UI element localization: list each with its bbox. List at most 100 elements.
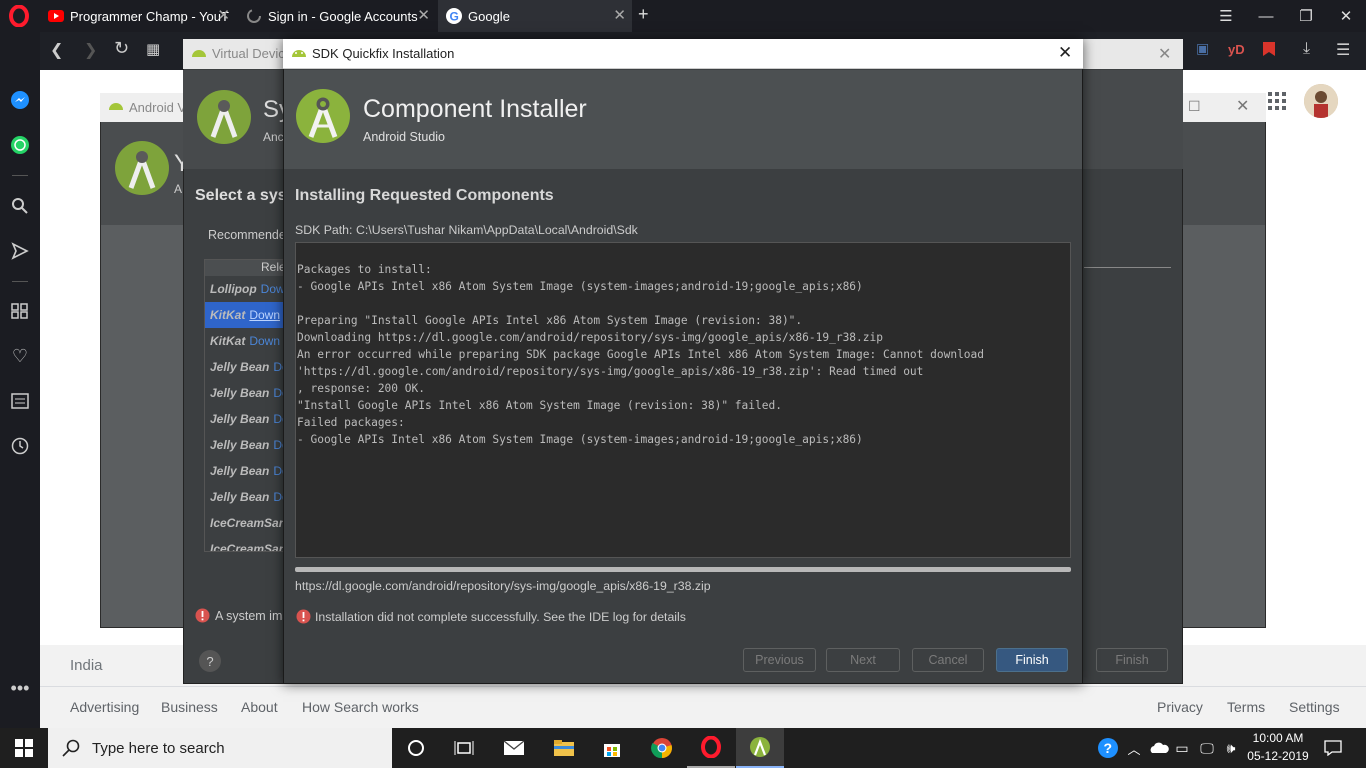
close-window-icon[interactable]: ✕ xyxy=(1326,0,1366,32)
footer-link-terms[interactable]: Terms xyxy=(1227,699,1265,715)
clock-time[interactable]: 10:00 AM xyxy=(1248,731,1308,745)
footer-link-privacy[interactable]: Privacy xyxy=(1157,699,1203,715)
footer-country: India xyxy=(70,657,103,674)
cortana-icon[interactable] xyxy=(392,728,440,768)
table-row[interactable]: Jelly BeanDo xyxy=(205,432,283,458)
speed-dial-sidebar-icon[interactable] xyxy=(0,296,40,326)
sdk-path-label: SDK Path: xyxy=(295,223,353,237)
table-row[interactable]: IceCreamSan xyxy=(205,536,283,551)
tab-menu-icon[interactable]: ☰ xyxy=(1206,0,1246,32)
file-explorer-icon[interactable] xyxy=(540,728,588,768)
easy-setup-icon[interactable]: ☰ xyxy=(1336,40,1356,60)
back-icon[interactable]: ❮ xyxy=(50,40,70,60)
news-icon[interactable] xyxy=(0,386,40,416)
vdc-finish-button[interactable]: Finish xyxy=(1096,648,1168,672)
minimize-icon[interactable]: — xyxy=(1246,0,1286,32)
release-name: Jelly Bean xyxy=(210,464,270,478)
extension-badge[interactable]: yD xyxy=(1228,42,1252,60)
search-icon[interactable] xyxy=(0,191,40,221)
footer-link-advertising[interactable]: Advertising xyxy=(70,699,139,715)
close-tab-icon[interactable]: ✕ xyxy=(217,6,230,24)
table-row[interactable]: KitKat Down xyxy=(205,328,283,354)
search-placeholder: Type here to search xyxy=(92,739,225,757)
close-icon[interactable]: ✕ xyxy=(1058,43,1072,63)
download-link[interactable]: Down xyxy=(249,334,280,348)
onedrive-icon[interactable] xyxy=(1148,728,1170,768)
sidebar-divider xyxy=(12,175,28,176)
restore-icon[interactable]: ❐ xyxy=(1286,0,1326,32)
table-row[interactable]: KitKat Down xyxy=(205,302,283,328)
finish-button[interactable]: Finish xyxy=(996,648,1068,672)
component-installer-heading: Component Installer xyxy=(363,95,587,123)
release-name: Lollipop xyxy=(210,282,257,296)
maximize-icon[interactable]: ☐ xyxy=(1188,98,1201,115)
help-icon[interactable]: ? xyxy=(199,650,221,672)
svg-text:?: ? xyxy=(1104,740,1113,756)
opera-taskbar-icon[interactable] xyxy=(687,728,735,768)
table-row[interactable]: Jelly BeanDo xyxy=(205,380,283,406)
download-link[interactable]: Dow xyxy=(261,282,283,296)
reload-icon[interactable]: ↻ xyxy=(114,38,134,60)
mail-icon[interactable] xyxy=(490,728,538,768)
error-icon xyxy=(195,608,210,623)
table-row[interactable]: Jelly BeanDo xyxy=(205,354,283,380)
footer-link-business[interactable]: Business xyxy=(161,699,218,715)
messenger-icon[interactable] xyxy=(0,85,40,115)
release-name: Jelly Bean xyxy=(210,490,270,504)
close-tab-icon[interactable]: ✕ xyxy=(417,6,430,24)
close-tab-icon[interactable]: ✕ xyxy=(613,6,626,24)
bookmarks-heart-icon[interactable]: ♡ xyxy=(0,341,40,371)
download-link[interactable]: Down xyxy=(249,308,280,322)
tab-google[interactable]: G Google ✕ xyxy=(438,0,632,32)
extension-icon[interactable] xyxy=(1260,40,1280,60)
cancel-button[interactable]: Cancel xyxy=(912,648,984,672)
store-icon[interactable] xyxy=(588,728,636,768)
chevron-up-icon[interactable]: ︿ xyxy=(1124,728,1144,768)
taskbar-search-box[interactable]: Type here to search xyxy=(48,728,392,768)
opera-menu-icon[interactable] xyxy=(4,4,34,28)
volume-icon[interactable]: 🕪 xyxy=(1220,728,1242,768)
tab-google-accounts[interactable]: Sign in - Google Accounts ✕ xyxy=(238,0,436,32)
next-button[interactable]: Next xyxy=(826,648,900,672)
android-icon xyxy=(191,46,207,60)
download-icon[interactable]: ⤓ xyxy=(1303,40,1323,60)
speed-dial-icon[interactable]: ▦ xyxy=(146,40,166,60)
error-message: Installation did not complete successful… xyxy=(315,610,686,624)
tab-recommended[interactable]: Recommende xyxy=(208,228,286,242)
clock-date[interactable]: 05-12-2019 xyxy=(1244,749,1312,763)
install-log-text: Packages to install: - Google APIs Intel… xyxy=(297,263,985,446)
new-tab-icon[interactable]: + xyxy=(638,4,658,26)
footer-link-settings[interactable]: Settings xyxy=(1289,699,1340,715)
table-row[interactable]: Jelly BeanDo xyxy=(205,484,283,510)
release-name: Jelly Bean xyxy=(210,360,270,374)
avatar[interactable] xyxy=(1304,84,1338,118)
close-icon[interactable]: ✕ xyxy=(1236,96,1249,116)
send-icon[interactable] xyxy=(0,236,40,266)
windows-start-icon[interactable] xyxy=(0,728,48,768)
footer-link-about[interactable]: About xyxy=(241,699,278,715)
table-row[interactable]: Lollipop Dow xyxy=(205,276,283,302)
network-icon[interactable]: 🖵 xyxy=(1196,728,1218,768)
forward-icon[interactable]: ❯ xyxy=(84,40,104,60)
footer-link-how-search-works[interactable]: How Search works xyxy=(302,699,419,715)
error-icon xyxy=(296,609,311,624)
table-row[interactable]: IceCreamSan xyxy=(205,510,283,536)
help-tray-icon[interactable]: ? xyxy=(1096,728,1120,768)
tab-programmer-champ[interactable]: Programmer Champ - YouT ✕ xyxy=(40,0,236,32)
table-row[interactable]: Jelly BeanDo xyxy=(205,458,283,484)
android-studio-taskbar-icon[interactable] xyxy=(736,728,784,768)
release-name: Jelly Bean xyxy=(210,386,270,400)
chrome-icon[interactable] xyxy=(638,728,686,768)
more-icon[interactable]: ••• xyxy=(0,673,40,703)
history-clock-icon[interactable] xyxy=(0,431,40,461)
table-row[interactable]: Jelly BeanDo xyxy=(205,406,283,432)
battery-icon[interactable]: ▭ xyxy=(1172,728,1192,768)
task-view-icon[interactable] xyxy=(440,728,488,768)
vpn-icon[interactable]: ▣ xyxy=(1196,40,1218,60)
apps-grid-icon[interactable] xyxy=(1268,92,1286,110)
notifications-icon[interactable] xyxy=(1318,728,1348,768)
close-icon[interactable]: ✕ xyxy=(1158,44,1171,64)
previous-button[interactable]: Previous xyxy=(743,648,816,672)
youtube-icon xyxy=(48,10,64,22)
whatsapp-icon[interactable] xyxy=(0,130,40,160)
